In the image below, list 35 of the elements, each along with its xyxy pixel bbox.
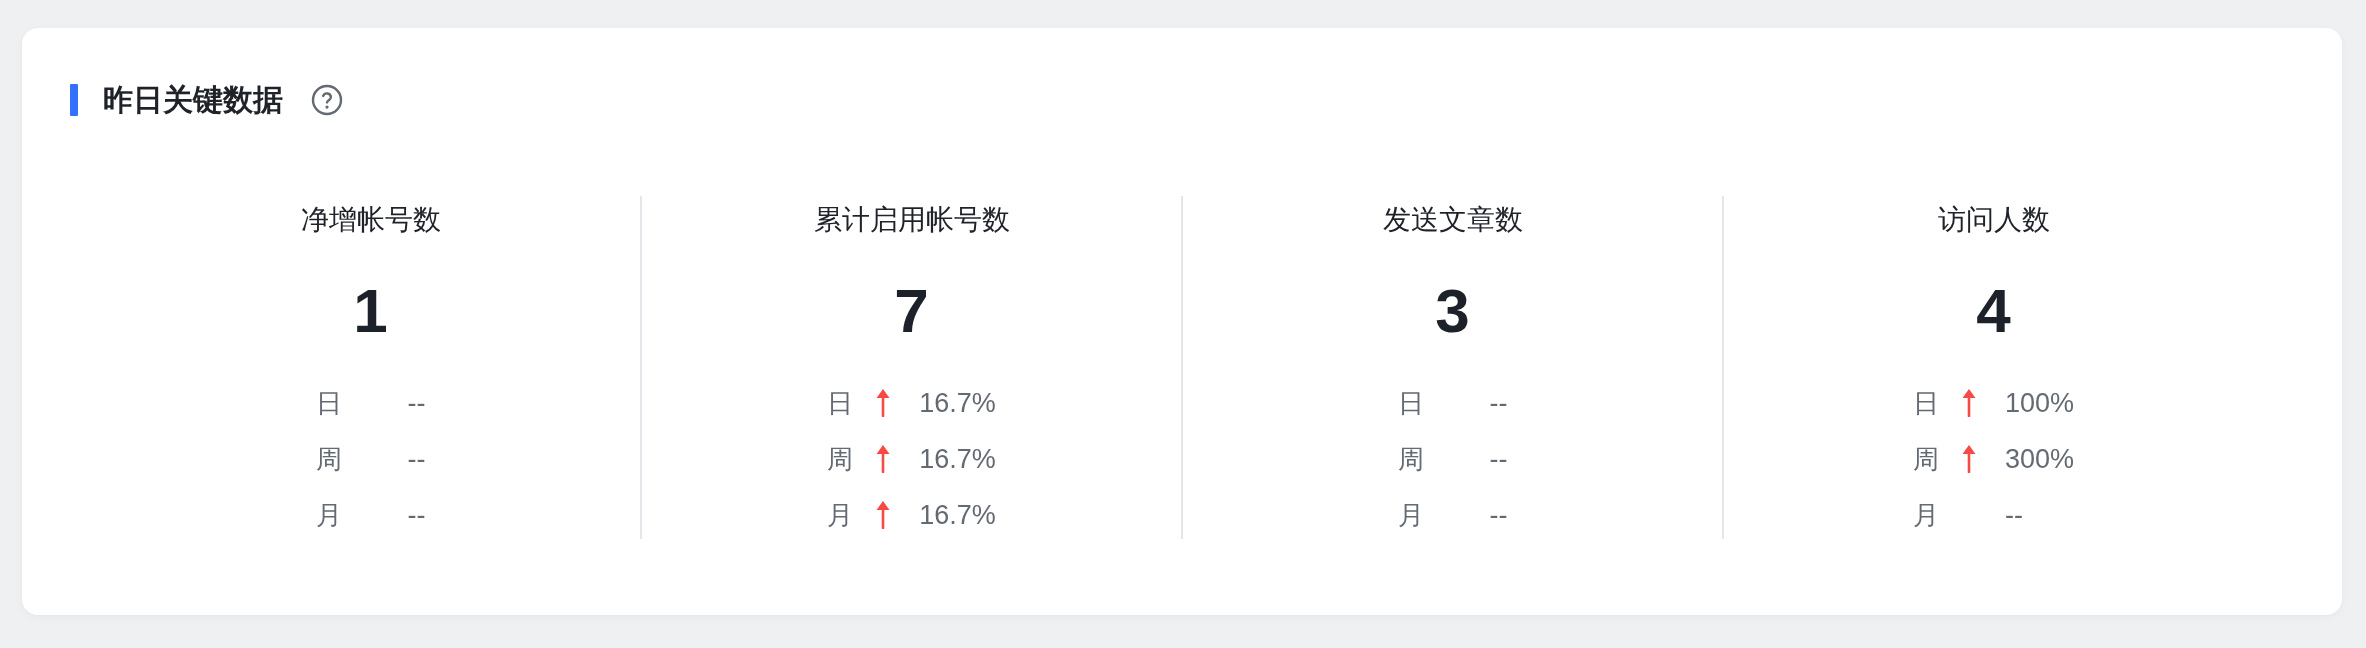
metric-value: 7 xyxy=(894,276,929,346)
change-value: 100% xyxy=(2004,387,2075,419)
change-value: 16.7% xyxy=(919,499,996,531)
period-label: 月 xyxy=(1912,499,1940,531)
change-value: 300% xyxy=(2004,443,2075,475)
change-value: -- xyxy=(1489,443,1508,475)
title-accent-bar xyxy=(70,84,78,116)
change-value: -- xyxy=(407,499,426,531)
change-value: 16.7% xyxy=(919,387,996,419)
change-value: -- xyxy=(1489,499,1508,531)
period-label: 月 xyxy=(315,499,343,531)
change-value: -- xyxy=(1489,387,1508,419)
metric-title: 发送文章数 xyxy=(1382,203,1523,237)
metric-title: 访问人数 xyxy=(1937,203,2050,237)
period-label: 周 xyxy=(827,443,855,475)
metric-value: 4 xyxy=(1976,276,2011,346)
period-label: 日 xyxy=(1397,387,1425,419)
period-label: 月 xyxy=(827,499,855,531)
change-value: -- xyxy=(407,443,426,475)
period-label: 月 xyxy=(1397,499,1425,531)
period-label: 周 xyxy=(1397,443,1425,475)
period-label: 日 xyxy=(315,387,343,419)
metric-value: 1 xyxy=(353,276,388,346)
change-value: -- xyxy=(407,387,426,419)
metric-value: 3 xyxy=(1435,276,1470,346)
metric-title: 累计启用帐号数 xyxy=(813,203,1010,237)
section-title: 昨日关键数据 xyxy=(103,82,283,118)
period-label: 周 xyxy=(315,443,343,475)
period-label: 日 xyxy=(1912,387,1940,419)
change-value: 16.7% xyxy=(919,443,996,475)
change-value: -- xyxy=(2004,499,2023,531)
period-label: 周 xyxy=(1912,443,1940,475)
help-icon[interactable] xyxy=(311,84,343,116)
metric-title: 净增帐号数 xyxy=(300,203,441,237)
period-label: 日 xyxy=(827,387,855,419)
